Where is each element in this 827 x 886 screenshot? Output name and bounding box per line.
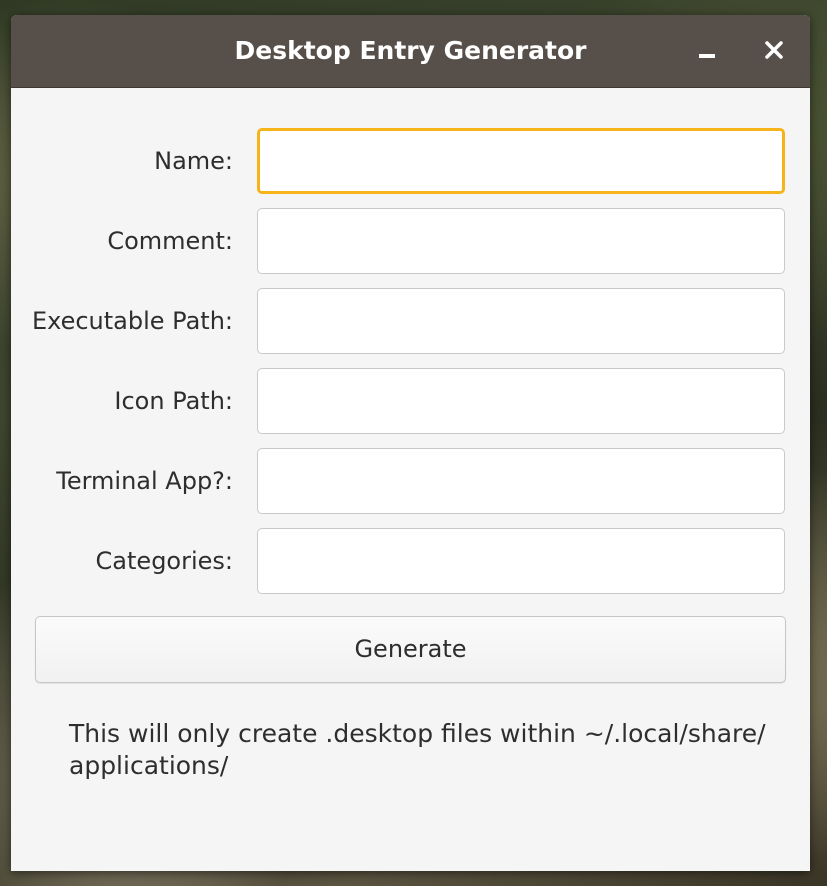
icon-path-label: Icon Path:	[114, 387, 233, 415]
name-row: Name:	[11, 128, 810, 194]
info-note-line-1: This will only create .desktop files wit…	[69, 719, 766, 748]
categories-label: Categories:	[95, 547, 233, 575]
executable-path-input[interactable]	[257, 288, 785, 354]
minimize-button[interactable]	[689, 33, 725, 69]
info-note-line-2: applications/	[69, 751, 229, 780]
generate-button[interactable]: Generate	[35, 616, 786, 683]
form-area: Name: Comment: Executable Path: Icon Pat…	[11, 88, 810, 871]
titlebar[interactable]: Desktop Entry Generator	[11, 15, 810, 88]
info-note: This will only create .desktop files wit…	[69, 718, 789, 782]
close-button[interactable]	[756, 33, 792, 69]
executable-path-row: Executable Path:	[11, 288, 810, 354]
terminal-app-input[interactable]	[257, 448, 785, 514]
comment-input[interactable]	[257, 208, 785, 274]
comment-row: Comment:	[11, 208, 810, 274]
terminal-app-label: Terminal App?:	[56, 467, 233, 495]
minimize-icon	[699, 54, 715, 58]
terminal-app-row: Terminal App?:	[11, 448, 810, 514]
icon-path-input[interactable]	[257, 368, 785, 434]
comment-label: Comment:	[107, 227, 233, 255]
executable-path-label: Executable Path:	[31, 307, 233, 335]
name-input[interactable]	[257, 128, 785, 194]
name-label: Name:	[154, 147, 233, 175]
app-window: Desktop Entry Generator Name: Comment: E…	[11, 15, 810, 871]
close-icon	[765, 41, 783, 59]
categories-input[interactable]	[257, 528, 785, 594]
icon-path-row: Icon Path:	[11, 368, 810, 434]
categories-row: Categories:	[11, 528, 810, 594]
